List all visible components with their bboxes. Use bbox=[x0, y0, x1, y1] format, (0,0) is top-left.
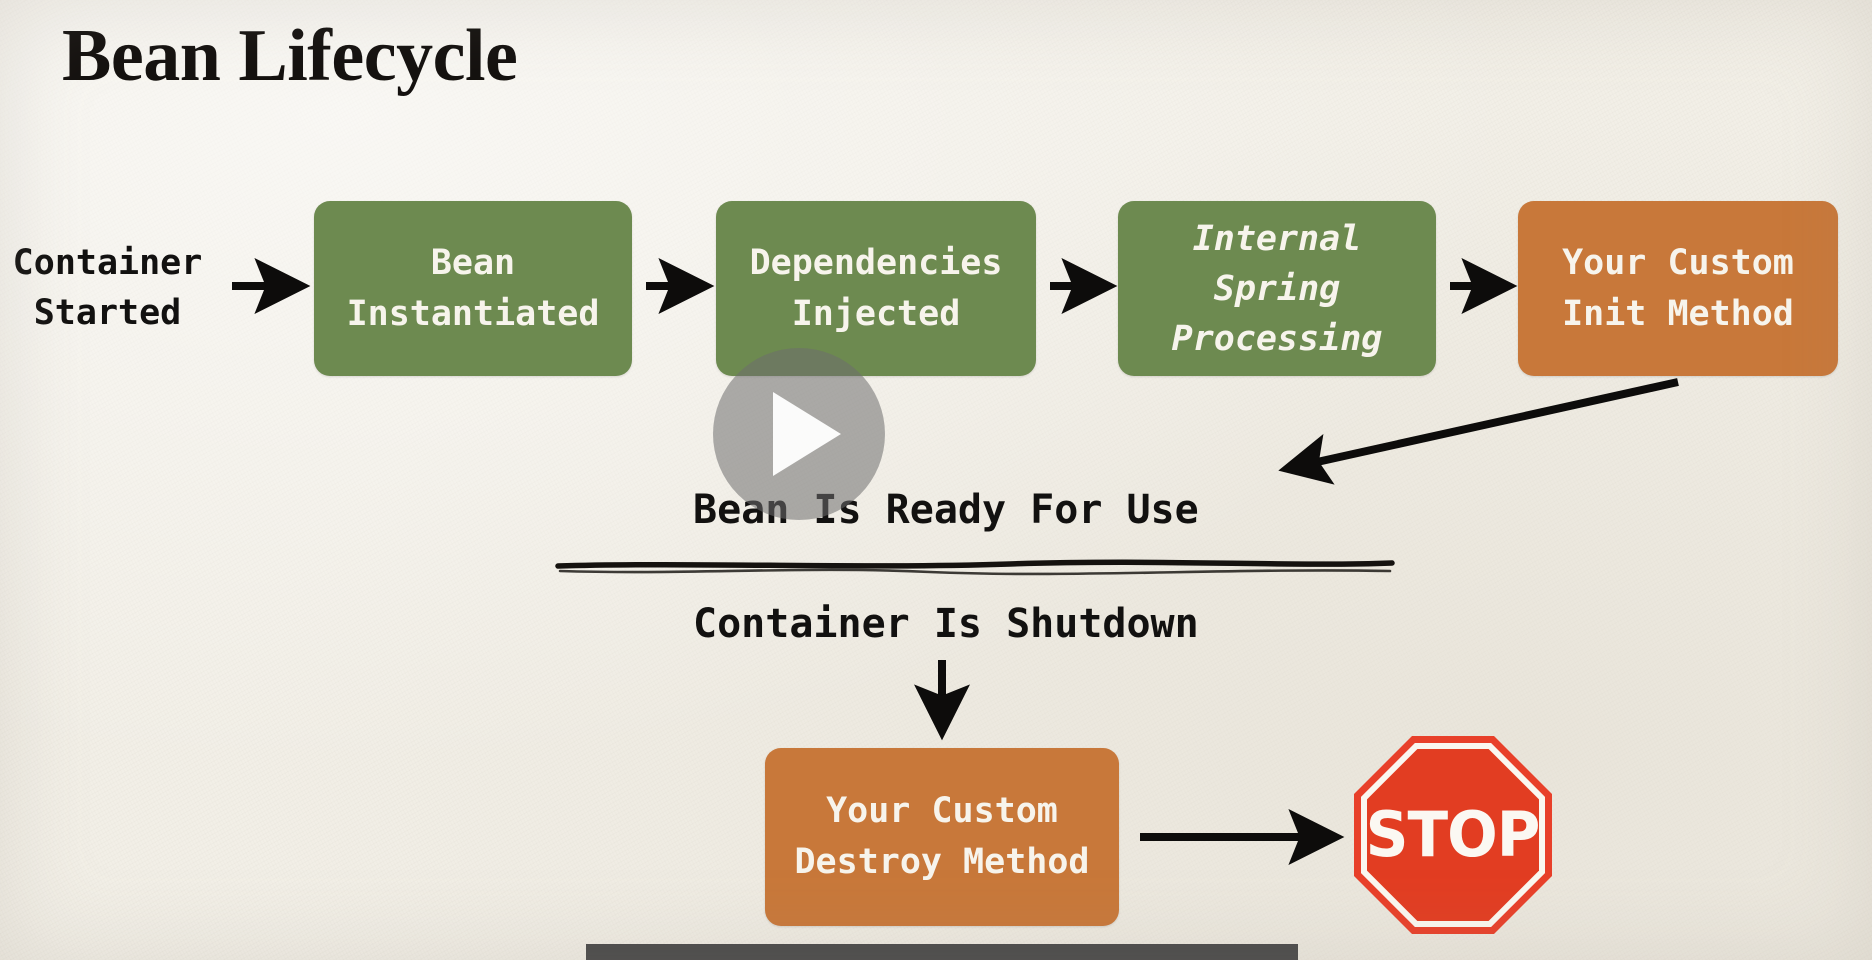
container-shutdown-label: Container Is Shutdown bbox=[693, 601, 1199, 647]
video-frame: Bean Lifecycle Container Started Bean In… bbox=[0, 0, 1872, 960]
node-your-custom-destroy-method: Your Custom Destroy Method bbox=[765, 748, 1119, 926]
node-your-custom-init-method: Your Custom Init Method bbox=[1518, 201, 1838, 376]
arrow-init-to-ready bbox=[1278, 378, 1679, 485]
play-button[interactable] bbox=[713, 348, 885, 520]
page-title: Bean Lifecycle bbox=[62, 15, 518, 97]
ready-underline-texture bbox=[558, 568, 1392, 576]
ready-underline-divider bbox=[555, 559, 1395, 569]
node-dependencies-injected: Dependencies Injected bbox=[716, 201, 1036, 376]
node-internal-spring-processing: Internal Spring Processing bbox=[1118, 201, 1436, 376]
play-icon bbox=[773, 392, 841, 476]
node-bean-instantiated: Bean Instantiated bbox=[314, 201, 632, 376]
container-started-label: Container Started bbox=[12, 243, 203, 333]
stop-sign-label: STOP bbox=[1366, 798, 1541, 871]
video-control-bar[interactable] bbox=[586, 944, 1298, 960]
stop-sign-icon: STOP bbox=[1354, 736, 1552, 934]
